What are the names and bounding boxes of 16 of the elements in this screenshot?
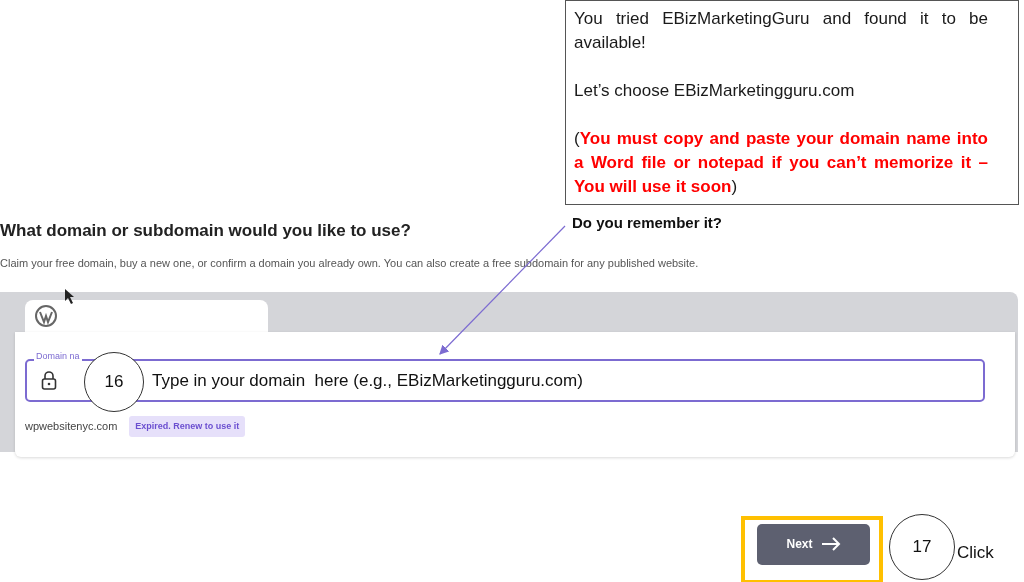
domain-suggestion[interactable]: wpwebsitenyc.com [25,418,118,435]
page-heading: What domain or subdomain would you like to use? [0,220,411,242]
status-badge: Expired. Renew to use it [129,415,246,438]
callout-paragraph: You tried EBizMarketingGuru and found it to be available! [574,8,988,54]
mouse-cursor-icon [65,289,74,304]
wordpress-logo-icon [35,304,57,327]
next-button[interactable]: Next [757,523,870,565]
annotation-text: Click [957,542,994,564]
callout-paragraph: Let’s choose EBizMarketingguru.com [574,80,856,102]
instruction-text: Type in your domain here (e.g., EBizMarketingguru.com) [152,369,583,392]
field-label: Domain na [34,351,82,361]
tab[interactable] [25,299,268,332]
annotation-question: Do you remember it? [572,213,723,233]
lock-icon [41,370,57,391]
arrow-right-icon [820,537,841,552]
callout-paragraph: (You must copy and paste your domain name into a Word file or notepad if you can’t memorize it – You will use it soon) [574,128,988,198]
